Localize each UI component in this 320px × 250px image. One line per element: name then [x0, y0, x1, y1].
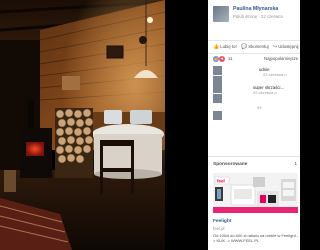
commenter-avatar[interactable] [213, 66, 222, 75]
comment-item [213, 111, 300, 121]
comment-label: Skomentuj [248, 44, 269, 49]
share-icon: ↪ [273, 44, 278, 50]
ad-brand-logo: feel [217, 179, 225, 184]
comment-button[interactable]: 💬Skomentuj [241, 44, 269, 50]
comment-list: udnie 22 czerwca o super skrzaści... 22 … [208, 64, 300, 124]
ad-title[interactable]: Feelight [213, 219, 231, 224]
like-page-link[interactable]: Polub stronę [233, 14, 257, 19]
author-name[interactable]: Paulina Młynarska [233, 6, 278, 12]
ad-url[interactable]: feel.pl [213, 226, 224, 231]
meta-separator: · [258, 14, 260, 19]
like-button[interactable]: 👍Lubię to! [213, 44, 237, 50]
photo-viewer[interactable] [0, 0, 208, 250]
post-header: Paulina Młynarska Polub stronę · 22 czer… [213, 6, 300, 26]
ad-image-art: feel [213, 173, 298, 213]
post-sidebar: Paulina Młynarska Polub stronę · 22 czer… [208, 0, 300, 250]
sponsored-section: Sponsorowane 1 feel Feelight feel.pl Od … [208, 156, 300, 250]
love-reaction-icon: ♥ [219, 56, 226, 62]
sponsored-more[interactable]: 1 [294, 162, 297, 167]
comment-item: 93 [213, 100, 300, 110]
like-reaction-icon: 👍 [213, 56, 219, 62]
post-time[interactable]: 22 czerwca [261, 14, 283, 19]
commenter-avatar[interactable] [213, 111, 222, 120]
commenter-avatar[interactable] [213, 84, 222, 93]
photo-image [0, 0, 165, 250]
photo[interactable] [0, 0, 165, 250]
share-button[interactable]: ↪Udostępnij [273, 44, 299, 50]
comment-icon: 💬 [241, 44, 248, 50]
author-avatar[interactable] [213, 6, 229, 22]
post-meta: Polub stronę · 22 czerwca [233, 14, 283, 19]
reply-count[interactable]: 93 [257, 105, 261, 110]
reaction-count[interactable]: 11 [228, 56, 232, 61]
ad-description: Od 100zł do 600 zł rabatu na meble w Fee… [213, 233, 299, 243]
ad-image[interactable]: feel [213, 173, 298, 213]
comment-item: udnie 22 czerwca o [213, 66, 300, 77]
like-label: Lubię to! [220, 44, 237, 49]
sponsored-title: Sponsorowane [213, 162, 248, 167]
share-label: Udostępnij [278, 44, 299, 49]
thumbs-up-icon: 👍 [213, 44, 220, 50]
comment-sort-dropdown[interactable]: Najpopularniejsze [264, 56, 298, 61]
comment-item: super skrzaści... 22 czerwca o [213, 84, 300, 95]
post-actions: 👍Lubię to! 💬Skomentuj ↪Udostępnij [208, 40, 300, 54]
reactions-row: 👍 ♥ 11 Najpopularniejsze [208, 54, 300, 64]
reaction-icons[interactable]: 👍 ♥ [213, 56, 226, 62]
